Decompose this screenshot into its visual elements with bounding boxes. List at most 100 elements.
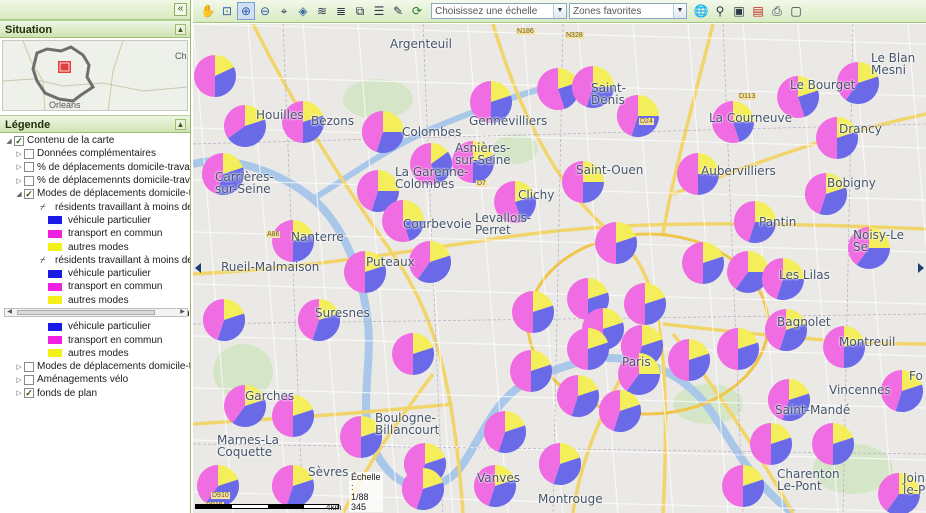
layer-checkbox[interactable] bbox=[24, 374, 34, 385]
layer-checkbox[interactable] bbox=[24, 175, 34, 186]
legend-swatch bbox=[48, 282, 62, 291]
legend-toggle-button[interactable]: ▲ bbox=[175, 119, 186, 130]
save-icon[interactable]: ▣ bbox=[730, 2, 748, 20]
legend-label: fonds de plan bbox=[37, 387, 98, 399]
refresh-icon[interactable]: ⟳ bbox=[408, 2, 426, 20]
collapse-icon[interactable]: ◢ bbox=[4, 137, 14, 145]
legend-layer-node[interactable]: ▷ Données complémentaires bbox=[0, 147, 190, 160]
panel-collapse-bar: « bbox=[0, 0, 190, 20]
list-icon[interactable]: ☰ bbox=[370, 2, 388, 20]
expand-icon[interactable]: ▷ bbox=[14, 363, 24, 371]
expand-icon[interactable]: ▷ bbox=[14, 389, 24, 397]
legend-group[interactable]: ⌿résidents travaillant à moins de 4 km bbox=[0, 200, 190, 213]
zoom-in-icon[interactable]: ⊕ bbox=[237, 2, 255, 20]
legend-layer-node[interactable]: ▷ fonds de plan bbox=[0, 387, 190, 400]
collapse-panel-button[interactable]: « bbox=[174, 3, 187, 16]
place-label: Rueil-Malmaison bbox=[221, 260, 320, 274]
situation-panel: Orleans Ch bbox=[0, 38, 190, 113]
scale-select[interactable]: Choisissez une échelle ▼ bbox=[431, 3, 567, 19]
legend-layer-node[interactable]: ▷ % de déplacements domicile-travail en T… bbox=[0, 161, 190, 174]
road-label: N328 bbox=[565, 32, 584, 39]
expand-icon[interactable]: ▷ bbox=[14, 163, 24, 171]
window-icon[interactable]: ▢ bbox=[787, 2, 805, 20]
favorite-zones-select[interactable]: Zones favorites ▼ bbox=[569, 3, 687, 19]
place-label: Colombes bbox=[402, 125, 462, 139]
place-label: La Garenne- Colombes bbox=[395, 165, 469, 191]
legend-horizontal-scrollbar[interactable]: ◀ ▶ bbox=[4, 308, 188, 317]
road-label: D113 bbox=[738, 93, 757, 100]
legend-label: % de déplacements domicile-travail en TC… bbox=[37, 161, 190, 173]
layer-checkbox[interactable] bbox=[24, 361, 34, 372]
legend-group[interactable]: ⌿résidents travaillant à moins de 8km bbox=[0, 254, 190, 267]
legend-label: transport en commun bbox=[68, 281, 163, 293]
hidden-eye-icon[interactable]: ⌿ bbox=[40, 202, 52, 213]
place-label: Vincennes bbox=[829, 383, 891, 397]
place-label: Saint- Denis bbox=[591, 81, 626, 107]
layer-checkbox[interactable] bbox=[24, 388, 34, 399]
zoom-out-icon[interactable]: ⊖ bbox=[256, 2, 274, 20]
favorite-zones-placeholder: Zones favorites bbox=[573, 5, 642, 17]
layers-add-icon[interactable]: ⧉ bbox=[351, 2, 369, 20]
legend-swatch bbox=[48, 216, 62, 225]
legend-item: véhicule particulier bbox=[0, 214, 190, 227]
place-label: Asnières- sur-Seine bbox=[455, 141, 511, 167]
layer-checkbox[interactable] bbox=[24, 148, 34, 159]
expand-icon[interactable]: ▷ bbox=[14, 376, 24, 384]
legend-layer-node[interactable]: ▷ % de déplacemennts domicile-travail en … bbox=[0, 174, 190, 187]
layer-checkbox[interactable] bbox=[24, 188, 34, 199]
chevron-down-icon[interactable]: ▼ bbox=[553, 4, 566, 18]
legend-layer-node[interactable]: ▷ Modes de déplacements domicile-travail … bbox=[0, 360, 190, 373]
legend-layer-node[interactable]: ◢ Modes de déplacements domicile-travail … bbox=[0, 187, 190, 200]
legend-label: Aménagements vélo bbox=[37, 374, 129, 386]
road-label: A86 bbox=[266, 231, 281, 238]
scale-ratio: Échelle : 1/88 345 bbox=[349, 472, 383, 512]
hidden-eye-icon[interactable]: ⌿ bbox=[40, 255, 52, 266]
scroll-thumb[interactable] bbox=[17, 310, 155, 315]
expand-icon[interactable]: ▷ bbox=[14, 177, 24, 185]
place-label: Charenton Le-Pont bbox=[777, 467, 840, 493]
pdf-icon[interactable]: ▤ bbox=[749, 2, 767, 20]
place-label: Gennevilliers bbox=[469, 114, 548, 128]
layers-edit-icon[interactable]: ≣ bbox=[332, 2, 350, 20]
chevron-down-icon[interactable]: ▼ bbox=[673, 4, 686, 18]
map-canvas[interactable]: Argenteuil Gennevilliers Saint- Denis Le Bo… bbox=[193, 24, 926, 513]
legend-item: autres modes bbox=[0, 240, 190, 253]
globe-icon[interactable]: 🌐 bbox=[692, 2, 710, 20]
print-icon[interactable]: ⎙ bbox=[768, 2, 786, 20]
legend-header[interactable]: Légende ▲ bbox=[0, 115, 190, 133]
identify-icon[interactable]: ⌖ bbox=[275, 2, 293, 20]
layer-checkbox[interactable] bbox=[24, 162, 34, 173]
left-panel: « Situation ▲ Orleans Ch Légende ▲ ◢ Cont… bbox=[0, 0, 191, 513]
place-label: Montrouge bbox=[538, 492, 603, 506]
pan-hand-icon[interactable]: ✋ bbox=[199, 2, 217, 20]
legend-layer-node[interactable]: ▷ Aménagements vélo bbox=[0, 373, 190, 386]
place-label: Argenteuil bbox=[390, 37, 452, 51]
collapse-icon[interactable]: ◢ bbox=[14, 190, 24, 198]
situation-header[interactable]: Situation ▲ bbox=[0, 20, 190, 38]
legend-label: véhicule particulier bbox=[68, 268, 151, 280]
scroll-left-icon[interactable]: ◀ bbox=[5, 309, 14, 316]
legend-item: transport en commun bbox=[0, 333, 190, 346]
binoculars-icon[interactable]: ⚲ bbox=[711, 2, 729, 20]
layers-icon[interactable]: ≋ bbox=[313, 2, 331, 20]
situation-toggle-button[interactable]: ▲ bbox=[175, 24, 186, 35]
legend-label: véhicule particulier bbox=[68, 214, 151, 226]
zoom-box-icon[interactable]: ⊡ bbox=[218, 2, 236, 20]
legend-layer-node[interactable]: ◢ Contenu de la carte bbox=[0, 134, 190, 147]
bucket-icon[interactable]: ◈ bbox=[294, 2, 312, 20]
place-label: Noisy-Le Se bbox=[853, 228, 904, 254]
layer-checkbox[interactable] bbox=[14, 135, 24, 146]
legend-label: résidents travaillant à moins de 8km bbox=[55, 254, 190, 266]
road-label: N186 bbox=[516, 28, 535, 35]
scroll-right-icon[interactable]: ▶ bbox=[178, 309, 187, 316]
legend-label: véhicule particulier bbox=[68, 321, 151, 333]
overview-place-label-2: Ch bbox=[175, 51, 187, 61]
legend-label: transport en commun bbox=[68, 228, 163, 240]
overview-map[interactable]: Orleans Ch bbox=[2, 40, 188, 111]
place-label: Bobigny bbox=[827, 176, 876, 190]
expand-icon[interactable]: ▷ bbox=[14, 150, 24, 158]
place-label: Join le-P bbox=[903, 471, 926, 497]
legend-swatch bbox=[48, 296, 62, 305]
road-label: D7 bbox=[476, 180, 487, 187]
draw-icon[interactable]: ✎ bbox=[389, 2, 407, 20]
